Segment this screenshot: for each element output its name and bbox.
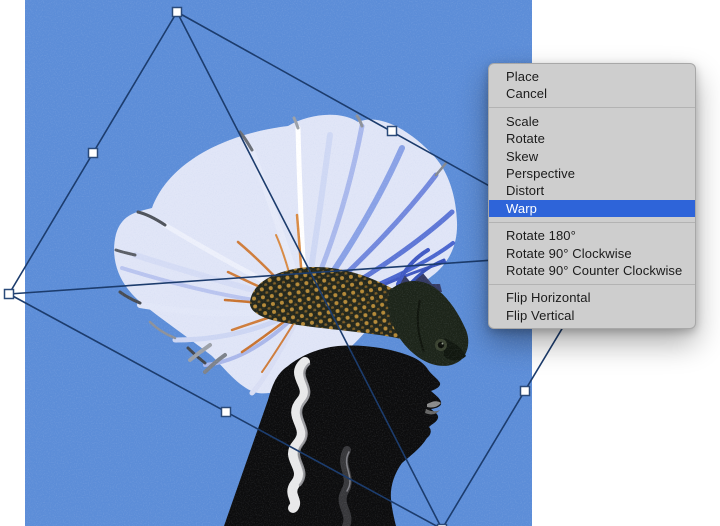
menu-item-perspective[interactable]: Perspective bbox=[489, 165, 695, 182]
menu-item-rotate-90-counter-clockwise[interactable]: Rotate 90° Counter Clockwise bbox=[489, 262, 695, 279]
menu-item-cancel[interactable]: Cancel bbox=[489, 85, 695, 102]
transform-handle-lower-left-mid[interactable] bbox=[220, 406, 232, 418]
transform-handle-lower-right-mid[interactable] bbox=[519, 385, 531, 397]
menu-item-rotate[interactable]: Rotate bbox=[489, 130, 695, 147]
context-menu: Place Cancel Scale Rotate Skew Perspective Dis… bbox=[488, 63, 696, 330]
menu-separator bbox=[489, 283, 695, 285]
menu-item-flip-vertical[interactable]: Flip Vertical bbox=[489, 307, 695, 324]
menu-item-skew[interactable]: Skew bbox=[489, 148, 695, 165]
menu-item-place[interactable]: Place bbox=[489, 68, 695, 85]
menu-item-scale[interactable]: Scale bbox=[489, 113, 695, 130]
transform-handle-upper-right-mid[interactable] bbox=[386, 125, 398, 137]
menu-item-flip-horizontal[interactable]: Flip Horizontal bbox=[489, 289, 695, 306]
transform-handle-upper-left-mid[interactable] bbox=[87, 147, 99, 159]
menu-item-distort[interactable]: Distort bbox=[489, 182, 695, 199]
menu-separator bbox=[489, 221, 695, 223]
menu-item-rotate-180[interactable]: Rotate 180° bbox=[489, 227, 695, 244]
photoshop-canvas-area: Place Cancel Scale Rotate Skew Perspective Dis… bbox=[0, 0, 720, 526]
transform-handle-left-corner[interactable] bbox=[3, 288, 15, 300]
menu-item-warp[interactable]: Warp bbox=[489, 199, 695, 218]
menu-separator bbox=[489, 107, 695, 109]
menu-item-rotate-90-clockwise[interactable]: Rotate 90° Clockwise bbox=[489, 245, 695, 262]
transform-handle-top-corner[interactable] bbox=[171, 6, 183, 18]
